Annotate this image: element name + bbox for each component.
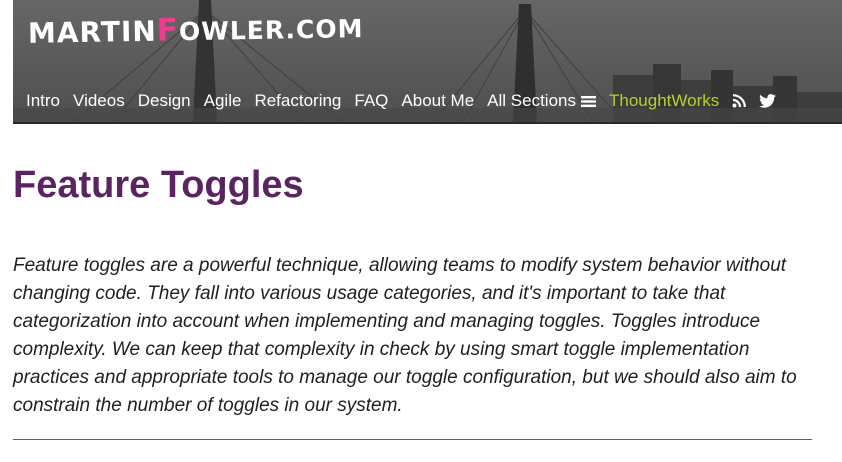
nav-item-all-sections-label: All Sections [487, 91, 576, 110]
nav-item-refactoring[interactable]: Refactoring [254, 91, 341, 111]
header-divider [13, 122, 842, 124]
nav-item-intro[interactable]: Intro [26, 91, 60, 111]
logo-part-martin: MARTIN [27, 14, 158, 50]
hamburger-icon [581, 95, 596, 108]
page-title: Feature Toggles [13, 164, 304, 206]
nav-item-all-sections[interactable]: All Sections [487, 91, 596, 111]
main-nav: Intro Videos Design Agile Refactoring FA… [26, 90, 777, 112]
rss-icon[interactable] [732, 94, 747, 108]
nav-item-about-me[interactable]: About Me [401, 91, 474, 111]
nav-item-faq[interactable]: FAQ [354, 91, 388, 111]
article-intro: Feature toggles are a powerful technique… [13, 255, 797, 416]
logo-part-owler: OWLER [178, 15, 286, 47]
nav-item-agile[interactable]: Agile [204, 91, 242, 111]
nav-item-design[interactable]: Design [138, 91, 191, 111]
site-logo[interactable]: MARTINFOWLER.COM [28, 7, 364, 58]
content-divider [13, 439, 812, 440]
nav-item-videos[interactable]: Videos [73, 91, 125, 111]
logo-accent-letter: F [156, 12, 180, 49]
nav-item-thoughtworks[interactable]: ThoughtWorks [609, 91, 719, 111]
site-header: MARTINFOWLER.COM Intro Videos Design Agi… [13, 0, 842, 122]
twitter-icon[interactable] [759, 94, 777, 108]
logo-part-com: .COM [285, 14, 364, 45]
